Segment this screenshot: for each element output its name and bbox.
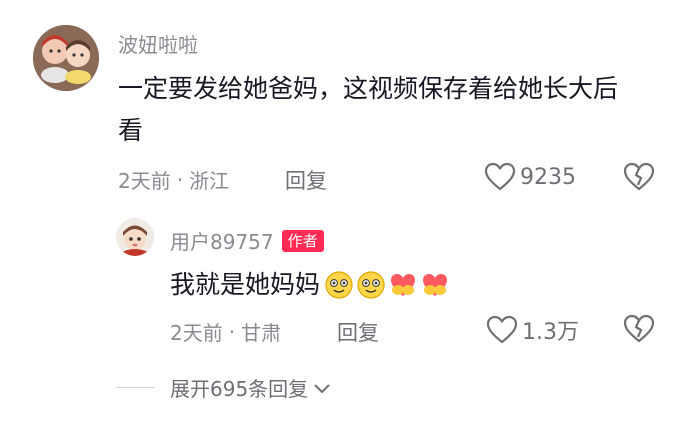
dislike-button[interactable] <box>623 162 655 196</box>
expand-replies-button[interactable]: 展开695条回复 <box>116 373 332 402</box>
reply-time: 2天前 <box>170 321 223 345</box>
heart-icon <box>486 315 518 344</box>
reply-text-row: 我就是她妈妈 <box>170 264 452 306</box>
comment-time: 2天前 <box>118 169 171 193</box>
reply-button[interactable]: 回复 <box>285 165 327 195</box>
reply-username[interactable]: 用户89757 <box>170 226 274 255</box>
like-count: 9235 <box>520 164 576 190</box>
reply-header: 用户89757 作者 <box>170 226 324 255</box>
like-button[interactable]: 9235 <box>484 162 576 192</box>
separator-dot: · <box>228 319 236 344</box>
avatar[interactable] <box>33 25 99 91</box>
avatar-illustration <box>33 25 99 91</box>
reply-text: 我就是她妈妈 <box>170 270 321 299</box>
reply-meta: 2天前 · 甘肃 <box>170 317 281 346</box>
comment-meta: 2天前 · 浙江 <box>118 165 229 194</box>
avatar-illustration <box>116 218 154 256</box>
like-button[interactable]: 1.3万 <box>486 314 579 346</box>
smiling-face-emoji-icon <box>325 271 353 299</box>
broken-heart-icon <box>623 314 655 343</box>
comment-username[interactable]: 波妞啦啦 <box>118 29 198 58</box>
expand-replies-label: 展开695条回复 <box>170 377 309 401</box>
comment-text: 一定要发给她爸妈，这视频保存着给她长大后看 <box>118 74 619 145</box>
separator-dot: · <box>176 167 184 192</box>
reply-location: 甘肃 <box>241 321 282 345</box>
heart-hands-emoji-icon <box>423 274 448 296</box>
avatar[interactable] <box>116 218 154 256</box>
heart-hands-emoji-icon <box>391 274 416 296</box>
chevron-down-icon <box>314 383 330 393</box>
divider-line <box>116 387 154 388</box>
dislike-button[interactable] <box>623 314 655 348</box>
broken-heart-icon <box>623 162 655 191</box>
smiling-face-emoji-icon <box>357 271 385 299</box>
like-count: 1.3万 <box>522 320 579 345</box>
reply-button[interactable]: 回复 <box>337 317 379 347</box>
author-badge: 作者 <box>281 229 324 252</box>
heart-icon <box>484 162 516 191</box>
comment-location: 浙江 <box>189 169 230 193</box>
emoji-group <box>324 270 452 300</box>
